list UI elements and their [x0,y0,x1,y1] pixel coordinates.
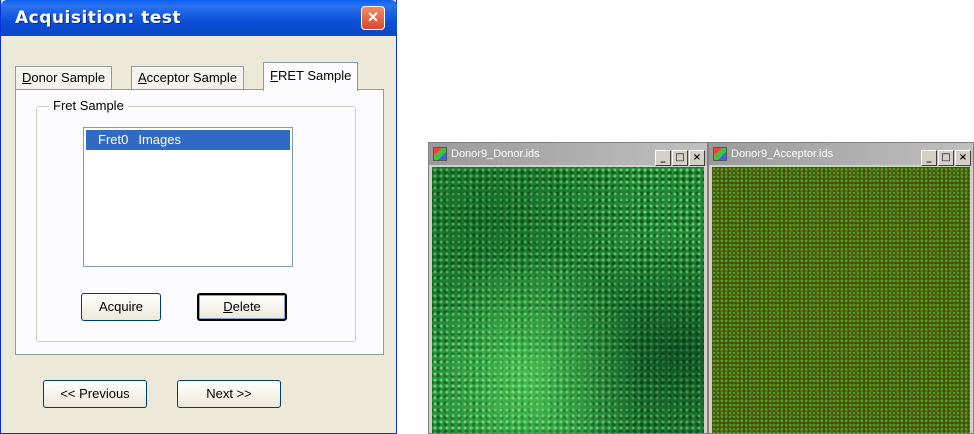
donor-window-title: Donor9_Donor.ids [451,148,540,160]
group-label: Fret Sample [49,98,128,113]
maximize-icon[interactable]: □ [938,150,954,166]
window-controls: _ □ × [654,146,705,166]
acceptor-window-title: Donor9_Acceptor.ids [731,148,834,160]
close-icon[interactable]: × [955,150,971,166]
fret-sample-group: Fret Sample Fret0 Images Acquire Delete [36,98,356,342]
dialog-title: Acquisition: test [15,8,182,28]
donor-image-window[interactable]: Donor9_Donor.ids _ □ × [428,142,708,434]
dialog-titlebar[interactable]: Acquisition: test × [1,0,397,36]
maximize-icon[interactable]: □ [672,150,688,166]
image-file-icon [713,147,727,161]
next-button[interactable]: Next >> [177,380,281,408]
list-item[interactable]: Fret0 Images [86,130,290,150]
acquisition-dialog: Acquisition: test × Donor Sample Accepto… [0,0,397,434]
tab-donor-sample[interactable]: Donor Sample [15,66,113,90]
tab-fret-sample[interactable]: FRET Sample [263,62,359,91]
delete-button[interactable]: Delete [197,293,287,321]
close-icon[interactable]: × [361,6,385,30]
donor-image [432,167,704,433]
list-item-name: Fret0 [98,132,129,147]
tab-acceptor-sample[interactable]: Acceptor Sample [131,66,244,90]
acceptor-window-titlebar[interactable]: Donor9_Acceptor.ids _ □ × [709,143,973,166]
acceptor-image-window[interactable]: Donor9_Acceptor.ids _ □ × [708,142,974,434]
previous-button[interactable]: << Previous [43,380,147,408]
donor-window-titlebar[interactable]: Donor9_Donor.ids _ □ × [429,143,707,166]
close-icon[interactable]: × [689,150,705,166]
image-file-icon [433,147,447,161]
tab-strip: Donor Sample Acceptor Sample FRET Sample [15,62,381,91]
acquire-button[interactable]: Acquire [81,293,161,321]
sample-listbox[interactable]: Fret0 Images [83,127,293,267]
acceptor-image [712,167,970,433]
fret-sample-panel: Fret Sample Fret0 Images Acquire Delete [15,89,384,355]
minimize-icon[interactable]: _ [655,150,671,166]
minimize-icon[interactable]: _ [921,150,937,166]
window-controls: _ □ × [920,146,971,166]
list-item-type: Images [138,132,181,147]
